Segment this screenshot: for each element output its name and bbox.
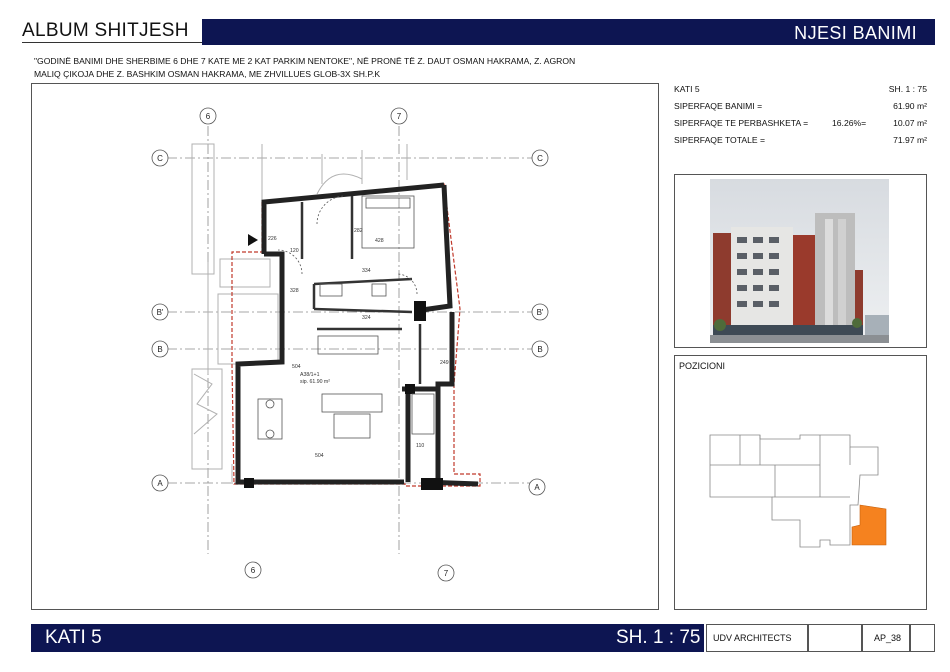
total-area-label: SIPERFAQE TOTALE = (674, 135, 765, 145)
end-title-box (910, 624, 935, 652)
footer-scale-label: SH. 1 : 75 (616, 627, 701, 648)
grid-lines (167, 126, 532, 554)
description-line-2: MALIQ ÇIKOJA DHE Z. BASHKIM OSMAN HAKRAM… (34, 68, 381, 79)
grid-label-b-left: B (157, 345, 162, 354)
sheet-number: AP_38 (874, 633, 902, 643)
kitchen-width: 324 (362, 315, 371, 321)
grid-label-b-right: B (537, 345, 542, 354)
bedroom-width: 428 (375, 238, 384, 244)
balcony-width: 110 (416, 443, 424, 449)
info-floor: KATI 5 (674, 84, 700, 94)
architect-name: UDV ARCHITECTS (713, 633, 792, 643)
common-area-percent: 16.26%= (832, 118, 867, 128)
grid-label-7-bottom: 7 (444, 569, 449, 578)
grid-label-a-left: A (157, 479, 163, 488)
common-area-value: 10.07 m² (893, 118, 927, 128)
residential-area-label: SIPERFAQE BANIMI = (674, 101, 763, 111)
area-info-table: KATI 5 SH. 1 : 75 SIPERFAQE BANIMI = 61.… (674, 84, 927, 152)
album-title: ALBUM SHITJESH (22, 20, 189, 41)
stair-marker (248, 234, 258, 246)
grid-label-c-left: C (157, 154, 163, 163)
residential-area-value: 61.90 m² (893, 101, 927, 111)
blank-title-box (808, 624, 862, 652)
info-row-floor: KATI 5 SH. 1 : 75 (674, 84, 927, 101)
door-dim-1: 226 (268, 236, 277, 242)
info-row-common: SIPERFAQE TE PERBASHKETA = 16.26%= 10.07… (674, 118, 927, 135)
grid-label-b-prime-left: B' (157, 308, 164, 317)
building-render-frame (674, 174, 927, 348)
sheet-number-box: AP_38 (862, 624, 910, 652)
unit-highlight (851, 504, 887, 546)
wall-dim: 282 (354, 228, 363, 234)
footer-bar (31, 624, 704, 652)
unit-id: A38/1+1 (300, 372, 320, 378)
living-width-top: 504 (292, 364, 301, 370)
grid-label-c-right: C (537, 154, 543, 163)
floor-plan-frame: 428 334 324 504 504 110 120 226 249 328 … (31, 83, 659, 610)
info-scale: SH. 1 : 75 (888, 84, 927, 94)
entry-dim: 120 (290, 248, 299, 254)
project-description: "GODINË BANIMI DHE SHERBIME 6 DHE 7 KATE… (34, 55, 654, 80)
title-divider (22, 42, 202, 43)
architect-box: UDV ARCHITECTS (706, 624, 808, 652)
corridor-width: 334 (362, 268, 371, 274)
grid-label-6-bottom: 6 (251, 566, 256, 575)
unit-area: sip. 61.90 m² (300, 379, 330, 385)
footer-floor-label: KATI 5 (45, 627, 102, 648)
context-walls (191, 143, 408, 484)
total-area-value: 71.97 m² (893, 135, 927, 145)
description-line-1: "GODINË BANIMI DHE SHERBIME 6 DHE 7 KATE… (34, 56, 576, 66)
grid-label-b-prime-right: B' (537, 308, 544, 317)
grid-label-6-top: 6 (206, 112, 211, 121)
door-dim-2: 249 (440, 360, 449, 366)
position-key-diagram (709, 434, 887, 548)
floor-plan-drawing: 428 334 324 504 504 110 120 226 249 328 … (151, 107, 549, 582)
building-render (710, 179, 889, 343)
grid-label-a-right: A (534, 483, 540, 492)
height-dim: 328 (290, 288, 299, 294)
grid-label-7-top: 7 (397, 112, 402, 121)
common-area-label: SIPERFAQE TE PERBASHKETA = (674, 118, 809, 128)
position-title: POZICIONI (679, 361, 726, 371)
info-row-total: SIPERFAQE TOTALE = 71.97 m² (674, 135, 927, 152)
living-width-bottom: 504 (315, 453, 324, 459)
info-row-residential: SIPERFAQE BANIMI = 61.90 m² (674, 101, 927, 118)
unit-title: NJESI BANIMI (794, 23, 917, 43)
